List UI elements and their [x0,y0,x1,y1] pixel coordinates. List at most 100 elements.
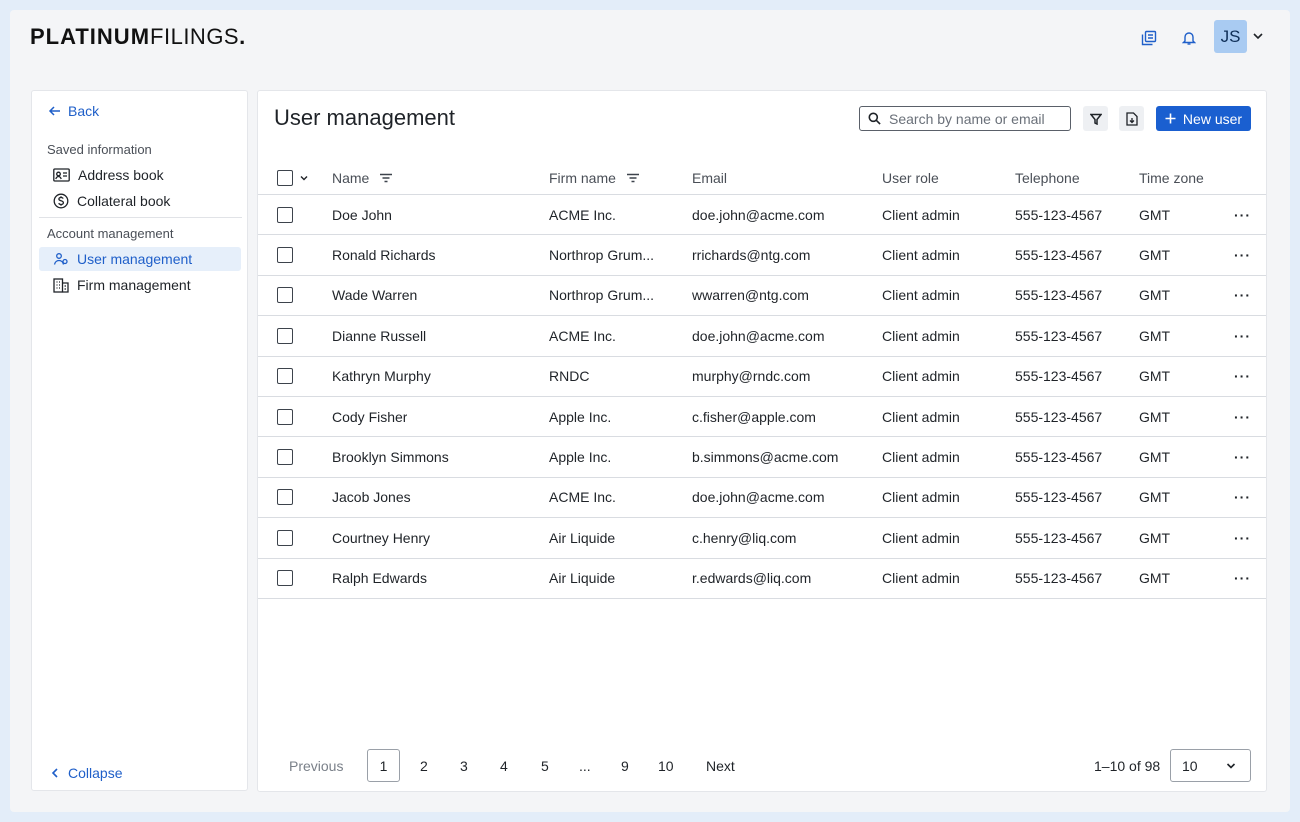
column-header-name[interactable]: Name [332,161,393,194]
row-checkbox[interactable] [277,206,293,223]
row-select[interactable] [277,357,293,396]
row-more-actions-button[interactable]: ··· [1234,518,1251,557]
row-select[interactable] [277,195,293,234]
sidebar-item-collateral-book[interactable]: Collateral book [39,189,241,213]
main-panel: User management New user [257,90,1267,792]
sidebar-item-firm-management[interactable]: Firm management [39,273,241,297]
page-5-button[interactable]: 5 [541,749,549,782]
sidebar-item-label: Firm management [77,277,191,293]
row-checkbox[interactable] [277,529,293,546]
cell-role: Client admin [882,529,960,546]
page-1-button[interactable]: 1 [367,749,400,782]
cell-firm: ACME Inc. [549,206,616,223]
table-row[interactable]: Ralph Edwards Air Liquide r.edwards@liq.co… [258,559,1266,599]
library-icon[interactable] [1137,26,1161,50]
row-select[interactable] [277,559,293,598]
row-more-actions-button[interactable]: ··· [1234,397,1251,436]
table-row[interactable]: Ronald Richards Northrop Grum... rrichards… [258,235,1266,276]
row-select[interactable] [277,397,293,436]
cell-telephone: 555-123-4567 [1015,327,1103,344]
row-select[interactable] [277,478,293,517]
cell-timezone: GMT [1139,247,1171,264]
page-size-select[interactable]: 10 [1170,749,1251,782]
sidebar-item-address-book[interactable]: Address book [39,163,241,187]
sort-icon[interactable] [379,173,393,183]
cell-telephone: 555-123-4567 [1015,529,1103,546]
select-all[interactable] [277,161,309,194]
column-header-telephone[interactable]: Telephone [1015,161,1080,194]
select-all-checkbox[interactable] [277,169,293,186]
column-header-email[interactable]: Email [692,161,727,194]
table-row[interactable]: Courtney Henry Air Liquide c.henry@liq.com… [258,518,1266,559]
table-row[interactable]: Doe John ACME Inc. doe.john@acme.com Client… [258,195,1266,236]
table-row[interactable]: Jacob Jones ACME Inc. doe.john@acme.com Cli… [258,478,1266,519]
previous-button[interactable]: Previous [289,749,343,782]
cell-email: c.henry@liq.com [692,529,797,546]
row-more-actions-button[interactable]: ··· [1234,437,1251,476]
sort-icon[interactable] [626,173,640,183]
search-box[interactable] [859,106,1071,131]
back-link[interactable]: Back [48,103,99,119]
row-checkbox[interactable] [277,368,293,385]
sidebar-item-label: User management [77,251,193,267]
collapse-button[interactable]: Collapse [50,765,122,781]
table-row[interactable]: Dianne Russell ACME Inc. doe.john@acme.com… [258,316,1266,357]
new-user-button[interactable]: New user [1156,106,1251,131]
column-header-role[interactable]: User role [882,161,939,194]
export-button[interactable] [1119,106,1144,131]
users-icon [53,253,68,265]
cell-telephone: 555-123-4567 [1015,368,1103,385]
table-row[interactable]: Wade Warren Northrop Grum... wwarren@ntg.c… [258,276,1266,317]
page-10-button[interactable]: 10 [658,749,674,782]
page-9-button[interactable]: 9 [621,749,629,782]
filter-button[interactable] [1083,106,1108,131]
sidebar-item-user-management[interactable]: User management [39,247,241,271]
page-3-button[interactable]: 3 [460,749,468,782]
column-label: Firm name [549,169,616,186]
row-select[interactable] [277,437,293,476]
column-header-timezone[interactable]: Time zone [1139,161,1204,194]
brand-bold: PLATINUM [30,24,151,49]
row-checkbox[interactable] [277,247,293,264]
cell-role: Client admin [882,368,960,385]
row-select[interactable] [277,235,293,274]
row-checkbox[interactable] [277,449,293,466]
cell-telephone: 555-123-4567 [1015,449,1103,466]
cell-email: doe.john@acme.com [692,489,825,506]
brand-light: FILINGS [150,24,240,49]
row-more-actions-button[interactable]: ··· [1234,235,1251,274]
sidebar-item-label: Collateral book [77,193,171,209]
table-row[interactable]: Cody Fisher Apple Inc. c.fisher@apple.com C… [258,397,1266,438]
dollar-circle-icon [53,193,69,209]
row-more-actions-button[interactable]: ··· [1234,316,1251,355]
row-more-actions-button[interactable]: ··· [1234,195,1251,234]
next-button[interactable]: Next [706,749,735,782]
row-more-actions-button[interactable]: ··· [1234,478,1251,517]
table-row[interactable]: Kathryn Murphy RNDC murphy@rndc.com Client … [258,357,1266,397]
row-checkbox[interactable] [277,327,293,344]
chevron-down-icon[interactable] [299,173,309,183]
column-header-firm[interactable]: Firm name [549,161,640,194]
row-more-actions-button[interactable]: ··· [1234,276,1251,315]
cell-timezone: GMT [1139,449,1171,466]
row-select[interactable] [277,518,293,557]
brand-logo[interactable]: PLATINUMFILINGS. [30,24,246,50]
table-row[interactable]: Brooklyn Simmons Apple Inc. b.simmons@acme… [258,437,1266,478]
row-checkbox[interactable] [277,489,293,506]
page-2-button[interactable]: 2 [420,749,428,782]
row-checkbox[interactable] [277,570,293,587]
row-select[interactable] [277,276,293,315]
row-select[interactable] [277,316,293,355]
row-more-actions-button[interactable]: ··· [1234,559,1251,598]
chevron-down-icon[interactable] [1251,28,1265,44]
row-checkbox[interactable] [277,408,293,425]
row-more-actions-button[interactable]: ··· [1234,357,1251,396]
cell-firm: RNDC [549,368,590,385]
page-4-button[interactable]: 4 [500,749,508,782]
bell-icon[interactable] [1177,26,1201,50]
avatar[interactable]: JS [1214,20,1247,53]
search-input[interactable] [889,110,1059,127]
new-user-label: New user [1182,110,1243,127]
row-checkbox[interactable] [277,287,293,304]
cell-timezone: GMT [1139,327,1171,344]
